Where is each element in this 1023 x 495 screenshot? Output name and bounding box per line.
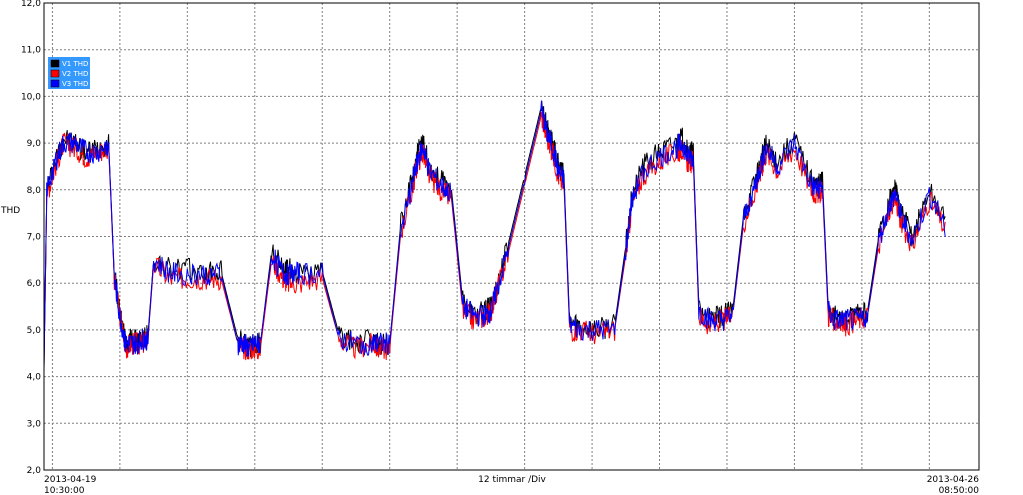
y-tick-label: 4,0 xyxy=(27,373,42,383)
legend-label: V1 THD xyxy=(62,60,88,68)
y-tick-label: 9,0 xyxy=(27,139,42,149)
x-end-time-label: 08:50:00 xyxy=(939,486,980,495)
y-tick-label: 7,0 xyxy=(27,233,42,243)
x-start-date-label: 2013-04-19 xyxy=(44,475,97,485)
legend-swatch xyxy=(50,59,60,68)
y-tick-label: 8,0 xyxy=(27,186,42,196)
y-tick-label: 5,0 xyxy=(27,326,42,336)
legend-swatch xyxy=(50,79,60,88)
y-tick-labels: 2,0 3,0 4,0 5,0 6,0 7,0 8,0 9,0 10,0 11,0 12,0 xyxy=(21,0,41,476)
y-tick-label: 12,0 xyxy=(21,0,41,9)
x-end-date-label: 2013-04-26 xyxy=(927,475,980,485)
y-tick-label: 3,0 xyxy=(27,419,42,429)
y-tick-label: 10,0 xyxy=(21,92,41,102)
legend: V1 THD V2 THD V3 THD xyxy=(48,57,90,89)
x-center-label: 12 timmar /Div xyxy=(478,475,546,485)
y-tick-label: 2,0 xyxy=(27,466,42,476)
y-tick-label: 6,0 xyxy=(27,279,42,289)
y-tick-label: 11,0 xyxy=(21,46,41,56)
y-axis-label: THD xyxy=(0,206,20,216)
legend-label: V3 THD xyxy=(62,80,88,88)
legend-label: V2 THD xyxy=(62,70,88,78)
x-start-time-label: 10:30:00 xyxy=(44,486,85,495)
legend-swatch xyxy=(50,69,60,78)
thd-chart: 2,0 3,0 4,0 5,0 6,0 7,0 8,0 9,0 10,0 11,0 12,0 THD… xyxy=(0,0,980,495)
